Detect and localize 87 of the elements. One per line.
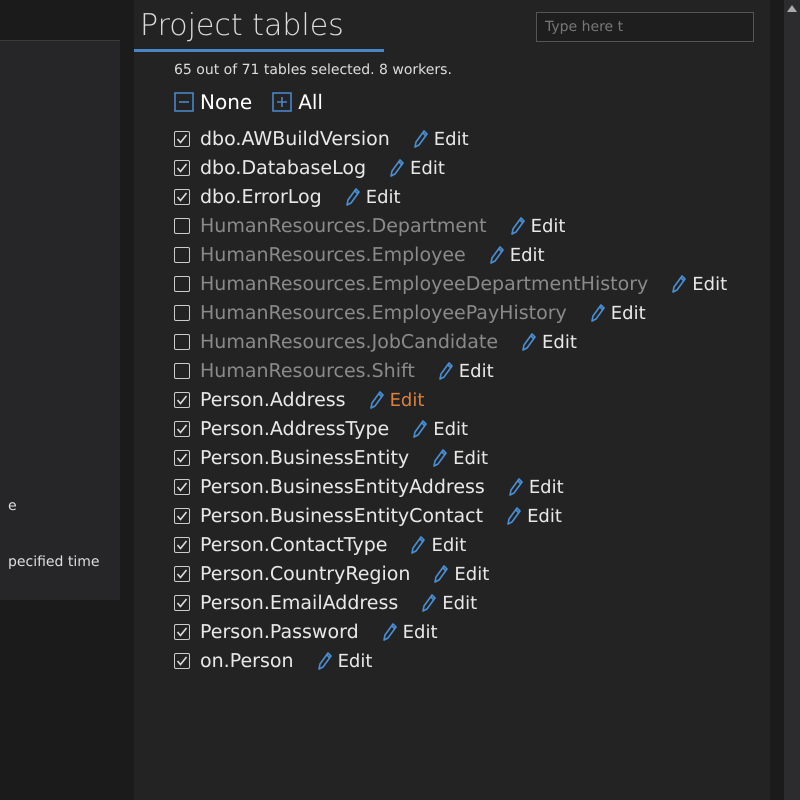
checkbox[interactable] — [174, 624, 190, 640]
checkbox[interactable] — [174, 189, 190, 205]
checkbox[interactable] — [174, 218, 190, 234]
panel-title: Project tables — [134, 8, 384, 52]
table-name: Person.BusinessEntityAddress — [200, 476, 485, 498]
checkbox[interactable] — [174, 508, 190, 524]
table-name: HumanResources.JobCandidate — [200, 331, 498, 353]
option-label: pecified time — [8, 554, 100, 570]
search-field[interactable]: Type here t — [536, 12, 754, 42]
pencil-icon — [508, 478, 523, 496]
table-name: Person.ContactType — [200, 534, 388, 556]
scrollbar[interactable] — [784, 0, 800, 800]
checkbox[interactable] — [174, 537, 190, 553]
pencil-icon — [507, 507, 522, 525]
pencil-icon — [434, 565, 448, 583]
pencil-icon — [346, 188, 360, 206]
edit-link[interactable]: Edit — [438, 360, 494, 382]
plus-icon — [272, 92, 292, 112]
edit-link[interactable]: Edit — [434, 564, 490, 584]
pencil-icon — [414, 130, 428, 148]
minus-icon — [174, 92, 194, 112]
edit-link[interactable]: Edit — [510, 216, 566, 236]
scroll-up-icon[interactable] — [787, 4, 797, 12]
checkbox[interactable] — [174, 305, 190, 321]
table-name: dbo.AWBuildVersion — [200, 128, 390, 150]
edit-link[interactable]: Edit — [370, 390, 424, 410]
edit-link[interactable]: Edit — [590, 302, 646, 324]
pencil-icon — [672, 275, 686, 293]
table-name: HumanResources.Shift — [200, 360, 415, 382]
checkbox[interactable] — [174, 363, 190, 379]
edit-link[interactable]: Edit — [413, 418, 468, 440]
checkbox[interactable] — [174, 479, 190, 495]
table-name: Person.BusinessEntity — [200, 447, 410, 469]
checkbox[interactable] — [174, 276, 190, 292]
pencil-icon — [411, 536, 426, 554]
pencil-icon — [490, 246, 504, 264]
table-name: Person.EmailAddress — [200, 592, 398, 614]
table-name: dbo.ErrorLog — [200, 186, 322, 208]
checkbox[interactable] — [174, 131, 190, 147]
table-name: HumanResources.Employee — [200, 244, 466, 266]
pencil-icon — [510, 217, 525, 235]
edit-link[interactable]: Edit — [414, 128, 469, 150]
edit-link[interactable]: Edit — [318, 650, 372, 672]
table-name: Person.BusinessEntityContact — [200, 505, 484, 527]
checkbox[interactable] — [174, 160, 190, 176]
pencil-icon — [438, 362, 453, 380]
edit-link[interactable]: Edit — [411, 534, 466, 556]
select-all-button[interactable]: All — [272, 90, 323, 114]
select-none-button[interactable]: None — [174, 90, 252, 114]
edit-link[interactable]: Edit — [490, 244, 545, 266]
table-name: Person.AddressType — [200, 418, 390, 440]
pencil-icon — [422, 594, 436, 612]
table-name: Person.CountryRegion — [200, 563, 410, 585]
edit-link[interactable]: Edit — [390, 158, 445, 178]
pencil-icon — [590, 304, 605, 322]
checkbox[interactable] — [174, 247, 190, 263]
checkbox[interactable] — [174, 653, 190, 669]
edit-link[interactable]: Edit — [507, 506, 562, 526]
table-name: HumanResources.EmployeePayHistory — [200, 302, 567, 324]
checkbox[interactable] — [174, 566, 190, 582]
table-name: on.Person — [200, 650, 294, 672]
checkbox[interactable] — [174, 421, 190, 437]
table-name: HumanResources.EmployeeDepartmentHistory — [200, 273, 648, 295]
edit-link[interactable]: Edit — [522, 332, 577, 352]
edit-link[interactable]: Edit — [672, 274, 728, 294]
checkbox[interactable] — [174, 334, 190, 350]
table-name: Person.Address — [200, 389, 346, 411]
checkbox[interactable] — [174, 450, 190, 466]
edit-link[interactable]: Edit — [382, 622, 438, 642]
checkbox[interactable] — [174, 595, 190, 611]
table-name: HumanResources.Department — [200, 215, 487, 237]
pencil-icon — [522, 333, 536, 351]
table-name: dbo.DatabaseLog — [200, 157, 366, 179]
pencil-icon — [318, 652, 332, 670]
option-label: e — [8, 498, 18, 514]
edit-link[interactable]: Edit — [346, 186, 401, 208]
pencil-icon — [413, 420, 428, 438]
pencil-icon — [370, 391, 384, 409]
edit-link[interactable]: Edit — [433, 448, 488, 468]
edit-link[interactable]: Edit — [422, 592, 478, 614]
selection-summary: 65 out of 71 tables selected. 8 workers. — [174, 62, 453, 78]
pencil-icon — [390, 159, 404, 177]
checkbox[interactable] — [174, 392, 190, 408]
table-name: Person.Password — [200, 621, 359, 643]
pencil-icon — [382, 623, 397, 641]
pencil-icon — [433, 449, 448, 467]
edit-link[interactable]: Edit — [508, 476, 564, 498]
